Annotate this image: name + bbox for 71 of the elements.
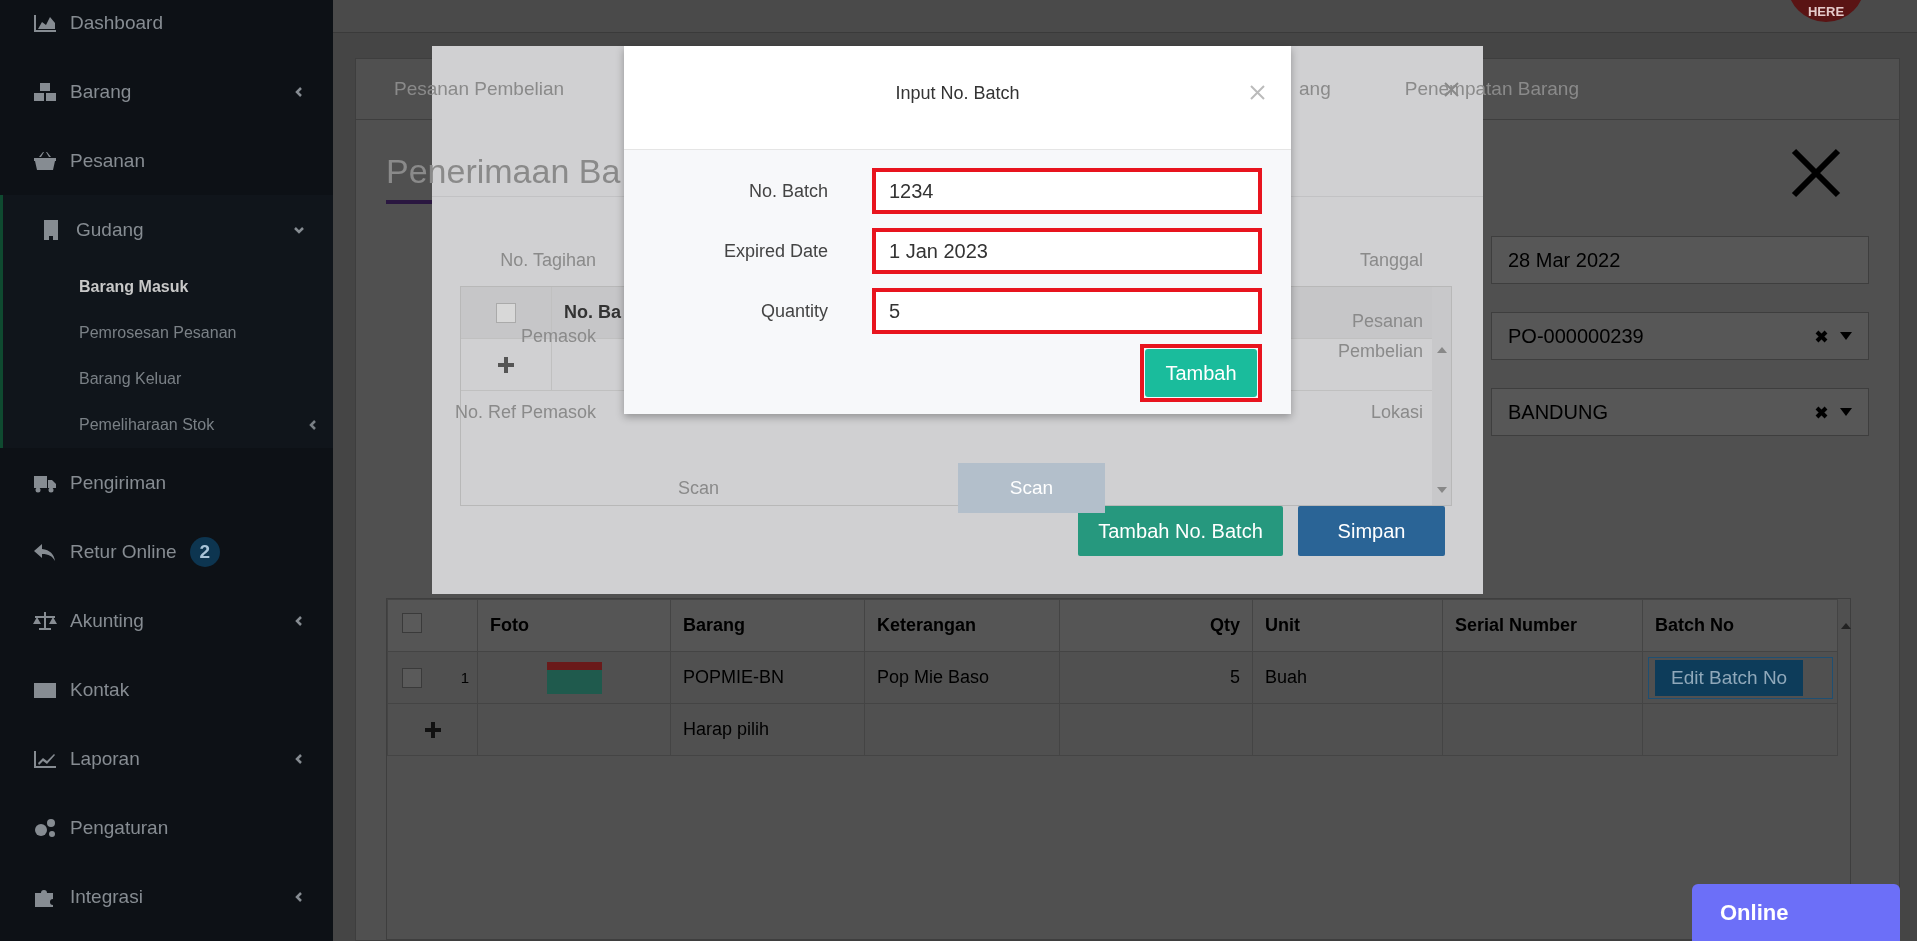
sidebar-item[interactable]: Akunting: [0, 586, 333, 655]
scan-field[interactable]: Scan: [616, 463, 951, 513]
field-label: Pesanan Pembelian: [1336, 310, 1423, 363]
sidebar-subitem[interactable]: Barang Keluar: [3, 356, 333, 402]
edit-batch-button[interactable]: Edit Batch No: [1655, 659, 1804, 696]
scroll-up-icon: [1436, 347, 1447, 353]
column-header: Foto: [477, 599, 671, 652]
scroll-up-icon: [1841, 623, 1851, 629]
line-chart-icon: [33, 748, 57, 769]
sidebar-subitem[interactable]: Pemeliharaan Stok: [3, 402, 333, 448]
area-chart-icon: [33, 12, 57, 33]
input-field[interactable]: 1 Jan 2023: [872, 228, 1262, 274]
status-badge: Online: [1692, 884, 1900, 941]
clear-icon: [1815, 405, 1828, 419]
input-field[interactable]: 28 Mar 2022: [1491, 236, 1869, 284]
field-label: No. Tagihan: [499, 249, 596, 271]
sidebar-item[interactable]: Pesanan: [0, 126, 333, 195]
input-field[interactable]: 1234: [872, 168, 1262, 214]
checkbox[interactable]: [402, 613, 422, 633]
column-header: Serial Number: [1442, 599, 1643, 652]
field-label: No. Batch: [747, 180, 828, 202]
sidebar-item[interactable]: Dashboard: [0, 0, 333, 57]
field-label: Quantity: [759, 300, 828, 322]
checkbox[interactable]: [402, 667, 422, 688]
close-icon: [1250, 85, 1265, 100]
clear-icon: [1815, 329, 1828, 343]
column-header: Qty: [1059, 599, 1253, 652]
sidebar-item[interactable]: Laporan: [0, 724, 333, 793]
sidebar-item[interactable]: Retur Online 2: [0, 517, 333, 586]
sidebar-item[interactable]: Kontak: [0, 655, 333, 724]
column-header: Barang: [670, 599, 865, 652]
sidebar-item[interactable]: Barang: [0, 57, 333, 126]
scale-icon: [33, 610, 57, 631]
scroll-down-icon: [1436, 487, 1447, 493]
basket-icon: [33, 150, 57, 171]
table-cell: Pop Mie Baso: [864, 651, 1060, 704]
dialog-title: Input No. Batch: [895, 83, 1020, 104]
field-label: No. Ref Pemasok: [453, 401, 596, 423]
select-field[interactable]: BANDUNG: [1491, 388, 1869, 436]
table-cell: 5: [1059, 651, 1253, 704]
sidebar-subitem[interactable]: Pemrosesan Pesanan: [3, 310, 333, 356]
close-icon: [1791, 148, 1841, 198]
sidebar-item[interactable]: Gudang: [3, 195, 333, 264]
checkbox[interactable]: [496, 302, 516, 323]
column-header: Unit: [1252, 599, 1443, 652]
dialog-button[interactable]: Tambah No. Batch: [1078, 506, 1283, 556]
column-header: Keterangan: [864, 599, 1060, 652]
field-label: Pemasok: [519, 325, 596, 347]
sidebar-item[interactable]: Pengaturan: [0, 793, 333, 862]
table-cell: Buah: [1252, 651, 1443, 704]
gears-icon: [33, 817, 57, 838]
dialog-button[interactable]: Simpan: [1298, 506, 1445, 556]
plus-icon: [424, 721, 441, 738]
field-label: Expired Date: [722, 240, 828, 262]
sidebar-item[interactable]: Pengiriman: [0, 448, 333, 517]
table-cell: POPMIE-BN: [670, 651, 865, 704]
sidebar-item[interactable]: Integrasi: [0, 862, 333, 931]
row-number: 1: [460, 669, 469, 686]
field-label: Lokasi: [1370, 401, 1423, 424]
plus-icon: [498, 356, 514, 373]
count-badge: 2: [189, 536, 220, 567]
caret-icon: [1840, 408, 1852, 416]
photo-placeholder: [546, 661, 602, 694]
boxes-icon: [33, 81, 57, 102]
field-label: Tanggal: [1359, 249, 1423, 272]
reply-arrow-icon: [33, 541, 57, 562]
select-field[interactable]: PO-000000239: [1491, 312, 1869, 360]
caret-icon: [1840, 332, 1852, 340]
sidebar-subitem[interactable]: Barang Masuk: [3, 264, 333, 310]
input-field[interactable]: 5: [872, 288, 1262, 334]
column-header: Batch No: [1642, 599, 1838, 652]
